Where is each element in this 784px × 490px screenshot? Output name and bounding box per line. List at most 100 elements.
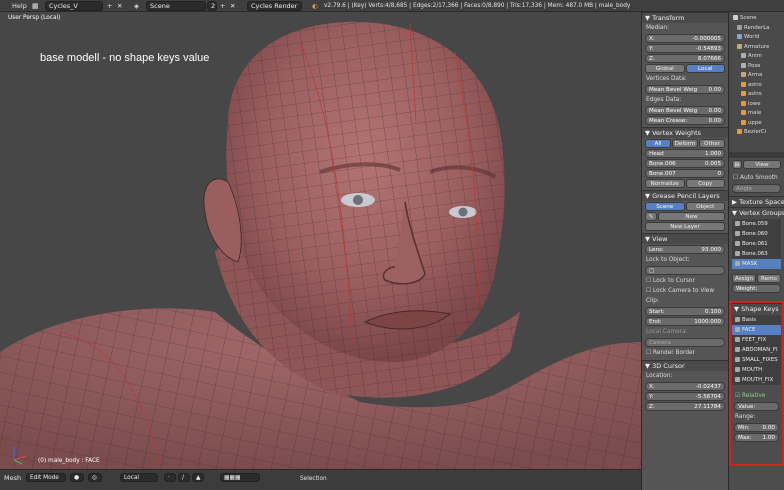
menu-help[interactable]: Help [12, 1, 27, 11]
outliner-item[interactable]: Armature [733, 43, 782, 53]
properties-editor-icon[interactable]: ▤ [732, 160, 742, 169]
render-engine-select[interactable]: Cycles Render [247, 1, 302, 11]
vertex-weights-header[interactable]: ▼ Vertex Weights [642, 127, 728, 138]
screen-icon[interactable]: ▦ [32, 1, 39, 11]
render-border-checkbox[interactable]: ☐ Render Border [642, 348, 728, 358]
tab-other[interactable]: Other [699, 139, 725, 148]
new-layer-button[interactable]: New Layer [645, 222, 725, 231]
new-grease-pencil-button[interactable]: New [658, 212, 725, 221]
range-min-field[interactable]: Min: 0.00 [734, 423, 779, 432]
mean-bevel-weight-vert-field[interactable]: Mean Bevel Weig 0.00 [645, 85, 725, 94]
lock-object-field[interactable]: ▢ [645, 266, 725, 275]
cursor-z-field[interactable]: Z: 27.11784 [645, 402, 725, 411]
tab-all[interactable]: All [645, 139, 671, 148]
shape-keys-header[interactable]: ▼ Shape Keys [731, 303, 782, 314]
weight-row-head[interactable]: Head 1.000 [645, 149, 725, 158]
grease-pencil-header[interactable]: ▼ Grease Pencil Layers [642, 190, 728, 201]
vertex-select-icon[interactable]: · [164, 473, 176, 482]
lock-to-cursor-checkbox[interactable]: ☐ Lock to Cursor [642, 276, 728, 286]
cursor-y-field[interactable]: Y: -5.56704 [645, 392, 725, 401]
view-header[interactable]: ▼ View [642, 233, 728, 244]
weight-row-bone006[interactable]: Bone.006 0.005 [645, 159, 725, 168]
texture-space-header[interactable]: ▶ Texture Space [729, 196, 784, 207]
shape-key-item-selected[interactable]: FACE [732, 325, 781, 335]
assign-button[interactable]: Assign [732, 274, 756, 283]
outliner-item[interactable]: uppe [733, 119, 782, 129]
weight-field[interactable]: Weight: [732, 284, 781, 293]
shape-key-item[interactable]: MOUTH [732, 365, 781, 375]
scene-users-count[interactable]: 2 [207, 1, 217, 11]
clip-start-field[interactable]: Start: 0.100 [645, 307, 725, 316]
scene-statistics: v2.79.6 | (Key) Verts:4/8,685 | Edges:2/… [324, 3, 631, 9]
auto-smooth-checkbox[interactable]: ☐ Auto Smooth [729, 173, 784, 183]
outliner-item[interactable]: astro [733, 90, 782, 100]
viewport-shading-icon[interactable]: ● [70, 473, 84, 482]
vertex-groups-header[interactable]: ▼ Vertex Groups [729, 207, 784, 218]
median-y-field[interactable]: Y: -0.54893 [645, 44, 725, 53]
outliner-item[interactable]: Scene [733, 14, 782, 24]
vertex-group-item[interactable]: Bone.060 [732, 229, 781, 239]
mean-crease-field[interactable]: Mean Crease: 0.00 [645, 116, 725, 125]
outliner-item[interactable]: BezierCi [733, 128, 782, 138]
shape-key-item[interactable]: ABDOMAN_FI [732, 345, 781, 355]
normalize-button[interactable]: Normalize [645, 179, 685, 188]
add-scene-icon[interactable]: + [220, 1, 225, 11]
tab-deform[interactable]: Deform [672, 139, 698, 148]
local-camera-label: Local Camera: [646, 329, 688, 335]
transform-header[interactable]: ▼ Transform [642, 12, 728, 23]
transform-orientation-select[interactable]: Local [120, 473, 158, 482]
median-x-field[interactable]: X: -0.000005 [645, 34, 725, 43]
lens-field[interactable]: Lens: 93.000 [645, 245, 725, 254]
range-max-field[interactable]: Max: 1.00 [734, 433, 779, 442]
pivot-icon[interactable]: ◎ [88, 473, 102, 482]
close-screen-icon[interactable]: ✕ [117, 1, 122, 11]
vertex-group-item-selected[interactable]: MASK [732, 259, 781, 269]
close-scene-icon[interactable]: ✕ [230, 1, 235, 11]
screen-layout-select[interactable]: Cycles_V [45, 1, 103, 11]
local-camera-field[interactable]: Camera [645, 338, 725, 347]
outliner-item[interactable]: Pose [733, 62, 782, 72]
outliner-item[interactable]: Arma [733, 71, 782, 81]
face-select-icon[interactable]: ▲ [192, 473, 204, 482]
weight-row-bone007[interactable]: Bone.007 0 [645, 169, 725, 178]
tab-scene[interactable]: Scene [645, 202, 685, 211]
add-screen-icon[interactable]: + [107, 1, 112, 11]
outliner-item[interactable]: Anim [733, 52, 782, 62]
3d-viewport[interactable]: User Persp (Local) base modell - no shap… [0, 12, 641, 469]
shape-key-item[interactable]: MOUTH_FIX [732, 375, 781, 385]
scene-icon[interactable]: ◈ [134, 1, 139, 11]
shape-key-item[interactable]: Basis [732, 315, 781, 325]
shape-key-item[interactable]: SMALL_FIXES [732, 355, 781, 365]
vertex-group-item[interactable]: Bone.061 [732, 239, 781, 249]
tab-object[interactable]: Object [685, 202, 725, 211]
clip-end-field[interactable]: End: 1000.000 [645, 317, 725, 326]
vertex-group-item[interactable]: Bone.059 [732, 219, 781, 229]
outliner-item[interactable]: astro [733, 81, 782, 91]
vertex-group-item[interactable]: Bone.063 [732, 249, 781, 259]
edge-select-icon[interactable]: / [178, 473, 190, 482]
scene-select[interactable]: Scene [146, 1, 206, 11]
outliner-item[interactable]: RenderLa [733, 24, 782, 34]
cursor-x-field[interactable]: X: -0.02437 [645, 382, 725, 391]
value-field[interactable]: Value: [734, 402, 779, 411]
global-button[interactable]: Global [645, 64, 685, 73]
menu-mesh[interactable]: Mesh [4, 473, 21, 483]
3d-cursor-header[interactable]: ▼ 3D Cursor [642, 360, 728, 371]
viewport-header-bar: Mesh Edit Mode ● ◎ Local · / ▲ ▦▦▦ Selec… [0, 469, 641, 490]
median-z-field[interactable]: Z: 8.07666 [645, 54, 725, 63]
mean-bevel-weight-edge-field[interactable]: Mean Bevel Weig 0.00 [645, 106, 725, 115]
pencil-icon[interactable]: ✎ [645, 212, 657, 221]
copy-button[interactable]: Copy [685, 179, 725, 188]
outliner-item[interactable]: male [733, 109, 782, 119]
local-button[interactable]: Local [685, 64, 725, 73]
relative-checkbox[interactable]: ☑ Relative [731, 391, 782, 401]
shape-key-item[interactable]: FEET_FIX [732, 335, 781, 345]
layers-grid-icon[interactable]: ▦▦▦ [220, 473, 260, 482]
outliner-item[interactable]: World [733, 33, 782, 43]
angle-field[interactable]: Angle [732, 184, 781, 193]
view-button[interactable]: View [743, 160, 781, 169]
outliner-item[interactable]: lowe [733, 100, 782, 110]
remove-button[interactable]: Remo [757, 274, 781, 283]
mode-select[interactable]: Edit Mode [26, 473, 66, 482]
lock-camera-checkbox[interactable]: ☐ Lock Camera to View [642, 286, 728, 296]
